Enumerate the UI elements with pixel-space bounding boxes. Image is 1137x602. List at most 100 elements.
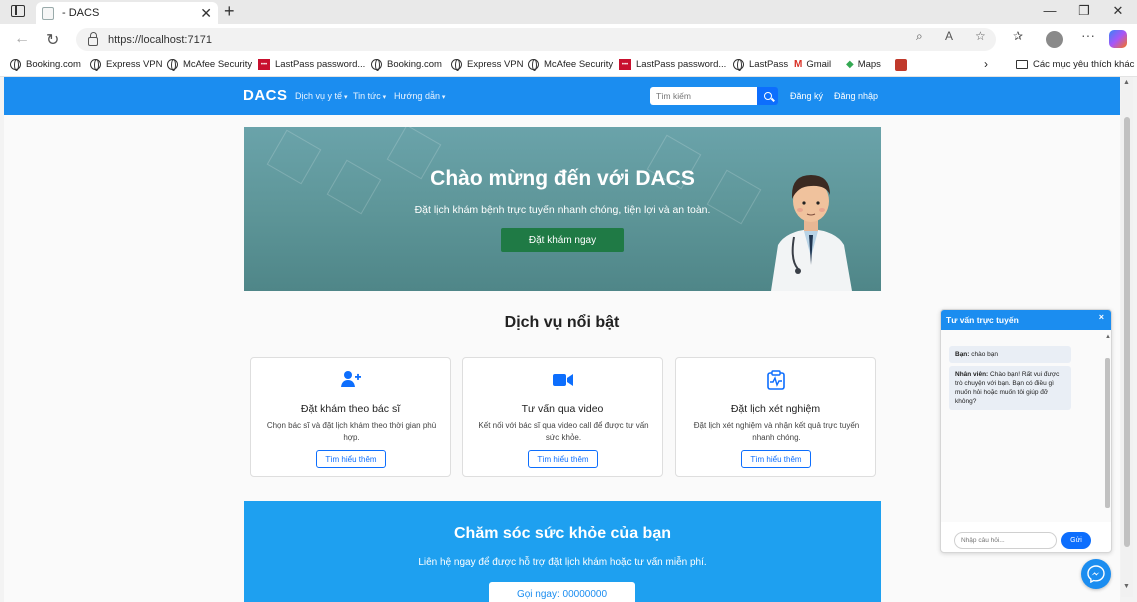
bookmarks-bar: Booking.com Express VPN McAfee Security … xyxy=(0,55,1137,77)
bookmark-item[interactable]: ••• LastPass password... xyxy=(619,59,726,70)
bookmark-label: Express VPN xyxy=(467,59,524,70)
url-text: https://localhost:7171 xyxy=(108,33,212,46)
lock-icon xyxy=(88,32,98,46)
read-aloud-icon[interactable]: A xyxy=(945,29,953,43)
globe-icon xyxy=(451,59,462,71)
bookmark-item[interactable]: Express VPN xyxy=(90,59,163,71)
bookmark-item[interactable] xyxy=(895,59,907,71)
cta-section: Chăm sóc sức khỏe của bạn Liên hệ ngay đ… xyxy=(244,501,881,602)
url-field[interactable]: https://localhost:7171 xyxy=(76,28,996,51)
tab-title: - DACS xyxy=(62,7,100,19)
zoom-icon[interactable]: ⌕ xyxy=(916,29,923,44)
bookmark-item[interactable]: M Gmail xyxy=(794,59,831,70)
chat-scroll-thumb[interactable] xyxy=(1105,358,1110,508)
scroll-down-icon[interactable]: ▼ xyxy=(1123,583,1130,590)
messenger-button[interactable] xyxy=(1081,559,1111,589)
chat-send-button[interactable]: Gửi xyxy=(1061,532,1091,549)
menu-guide[interactable]: Hướng dẫn xyxy=(394,91,445,101)
minimize-icon[interactable]: — xyxy=(1040,3,1060,18)
site-brand[interactable]: DACS xyxy=(243,87,288,104)
scroll-up-icon[interactable]: ▲ xyxy=(1105,334,1111,340)
bookmark-label: LastPass password... xyxy=(275,59,366,70)
bookmark-label: McAfee Security xyxy=(183,59,253,70)
page-scroll-thumb[interactable] xyxy=(1124,117,1130,547)
menu-medical-services[interactable]: Dịch vụ y tế xyxy=(295,91,348,101)
maximize-icon[interactable]: ❐ xyxy=(1074,3,1094,19)
bookmark-item[interactable]: McAfee Security xyxy=(528,59,614,71)
bookmark-label: Gmail xyxy=(806,59,832,70)
scroll-up-icon[interactable]: ▲ xyxy=(1123,79,1130,86)
chat-message-staff: Nhân viên: Chào bạn! Rất vui được trò ch… xyxy=(949,366,1071,410)
card-description: Chọn bác sĩ và đặt lịch khám theo thời g… xyxy=(266,421,437,442)
bookmark-item[interactable]: ••• LastPass password... xyxy=(258,59,365,70)
book-now-button[interactable]: Đặt khám ngay xyxy=(501,228,624,252)
bookmark-item[interactable]: McAfee Security xyxy=(167,59,253,71)
close-window-icon[interactable]: ✕ xyxy=(1108,3,1128,19)
chat-messages[interactable]: Bạn: chào bạn Nhân viên: Chào bạn! Rất v… xyxy=(941,330,1111,522)
globe-icon xyxy=(10,59,21,71)
globe-icon xyxy=(528,59,539,71)
doctor-illustration xyxy=(771,175,852,291)
copilot-icon[interactable] xyxy=(1109,30,1127,48)
other-favorites-folder[interactable]: Các mục yêu thích khác xyxy=(1016,59,1134,70)
bookmark-item[interactable]: ◆ Maps xyxy=(846,59,881,70)
chat-close-icon[interactable]: × xyxy=(1099,312,1104,322)
message-text: chào bạn xyxy=(971,351,999,358)
page-favicon-icon xyxy=(42,6,54,20)
chat-widget: Tư vấn trực tuyến × Bạn: chào bạn Nhân v… xyxy=(940,309,1112,553)
card-title: Đặt khám theo bác sĩ xyxy=(300,403,401,415)
login-link[interactable]: Đăng nhập xyxy=(834,91,878,101)
more-menu-icon[interactable]: ··· xyxy=(1081,27,1095,43)
bookmark-item[interactable]: Booking.com xyxy=(371,59,442,71)
site-navbar: DACS Dịch vụ y tế Tin tức Hướng dẫn Đăng… xyxy=(4,77,1120,115)
learn-more-button[interactable]: Tìm hiểu thêm xyxy=(741,450,811,468)
bookmark-label: LastPass password... xyxy=(636,59,727,70)
search-input[interactable] xyxy=(650,87,757,105)
refresh-icon[interactable]: ↻ xyxy=(46,30,59,50)
message-sender: Nhân viên: xyxy=(955,371,989,378)
bookmark-label: McAfee Security xyxy=(544,59,614,70)
search-button[interactable] xyxy=(757,87,778,105)
chat-title: Tư vấn trực tuyến xyxy=(946,315,1019,325)
call-now-button[interactable]: Gọi ngay: 00000000 xyxy=(489,582,635,602)
chat-scrollbar[interactable]: ▲ xyxy=(1105,334,1111,516)
browser-tab[interactable]: - DACS ✕ xyxy=(36,2,218,24)
folder-icon xyxy=(1016,60,1028,69)
learn-more-button[interactable]: Tìm hiểu thêm xyxy=(316,450,386,468)
globe-icon xyxy=(90,59,101,71)
favorites-icon[interactable]: ✰ xyxy=(1013,29,1023,43)
bookmark-item[interactable]: LastPass xyxy=(733,59,789,71)
address-bar: ← ↻ https://localhost:7171 ⌕ A ☆ ✰ ··· xyxy=(0,24,1137,55)
close-tab-icon[interactable]: ✕ xyxy=(200,5,212,22)
maps-icon: ◆ xyxy=(846,59,854,70)
user-plus-icon xyxy=(251,370,450,390)
profile-avatar[interactable] xyxy=(1046,31,1063,48)
extension-icon xyxy=(895,59,907,71)
chevron-right-icon[interactable]: › xyxy=(984,57,988,71)
favorite-star-icon[interactable]: ☆ xyxy=(975,29,986,43)
gmail-icon: M xyxy=(794,59,803,70)
clipboard-pulse-icon xyxy=(676,370,875,390)
bookmark-item[interactable]: Express VPN xyxy=(451,59,524,71)
bookmark-label: Booking.com xyxy=(387,59,442,70)
chat-header: Tư vấn trực tuyến × xyxy=(941,310,1111,330)
cta-subtitle: Liên hệ ngay để được hỗ trợ đặt lịch khá… xyxy=(418,557,707,568)
bookmark-label: LastPass xyxy=(749,59,789,70)
register-link[interactable]: Đăng ký xyxy=(790,91,823,101)
page-scrollbar[interactable]: ▲ ▼ xyxy=(1121,77,1133,597)
hero-banner: Chào mừng đến với DACS Đặt lịch khám bện… xyxy=(244,127,881,291)
browser-tabbar: - DACS ✕ + — ❐ ✕ xyxy=(0,0,1137,24)
globe-icon xyxy=(371,59,382,71)
menu-news[interactable]: Tin tức xyxy=(353,91,386,101)
message-sender: Bạn: xyxy=(955,351,970,358)
bookmark-label: Express VPN xyxy=(106,59,163,70)
chat-question-input[interactable] xyxy=(954,532,1057,549)
service-card: Đặt khám theo bác sĩ Chọn bác sĩ và đặt … xyxy=(250,357,451,477)
card-description: Kết nối với bác sĩ qua video call để đượ… xyxy=(478,421,649,442)
bookmark-item[interactable]: Booking.com xyxy=(10,59,81,71)
learn-more-button[interactable]: Tìm hiểu thêm xyxy=(528,450,598,468)
back-icon[interactable]: ← xyxy=(14,30,30,48)
new-tab-icon[interactable]: + xyxy=(224,1,235,22)
sidebar-toggle-icon[interactable] xyxy=(11,5,25,17)
page-viewport: DACS Dịch vụ y tế Tin tức Hướng dẫn Đăng… xyxy=(4,77,1120,602)
